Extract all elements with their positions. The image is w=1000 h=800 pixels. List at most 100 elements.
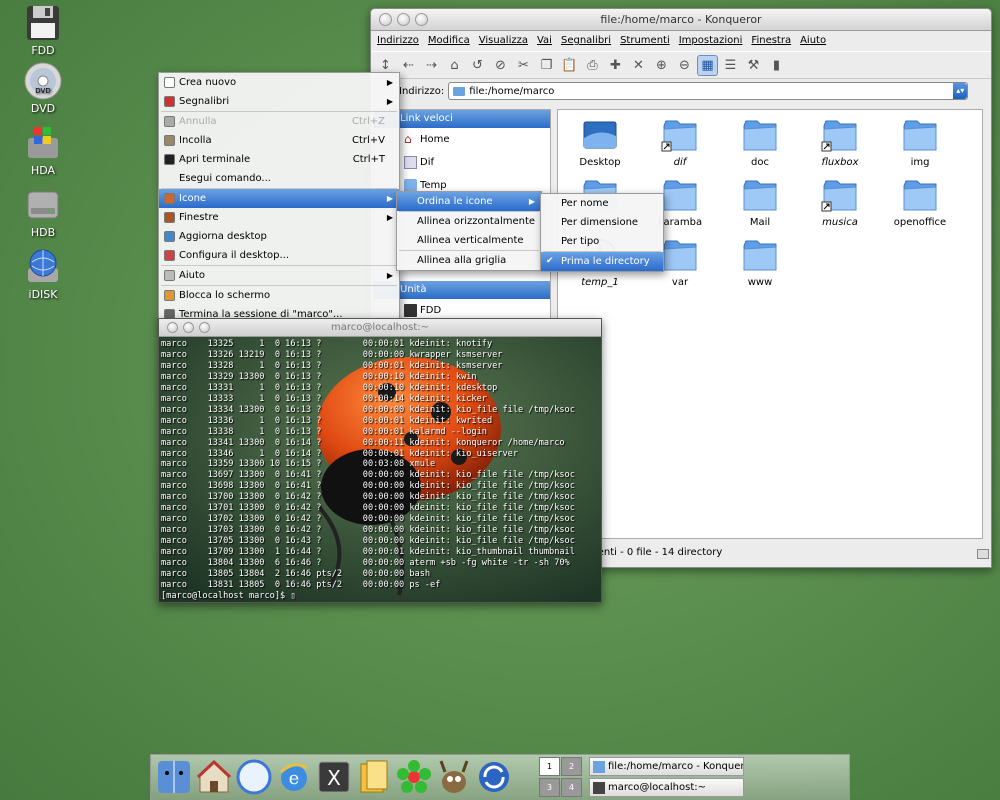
desktop-icon-fdd[interactable]: FDD bbox=[18, 4, 68, 57]
back-icon[interactable]: ⇠ bbox=[398, 55, 419, 76]
menu-item-crea-nuovo[interactable]: Crea nuovo ▶ bbox=[159, 73, 399, 92]
desktop-context-menu: Crea nuovo ▶ Segnalibri ▶ Annulla Ctrl+Z Incol… bbox=[158, 72, 400, 325]
menu-item-allinea-verticalmente[interactable]: Allinea verticalmente bbox=[397, 231, 541, 250]
sidebar-header-quick-links[interactable]: Link veloci bbox=[374, 110, 550, 128]
resize-grip[interactable] bbox=[977, 549, 989, 559]
print-icon[interactable]: ⎙ bbox=[582, 55, 603, 76]
folder-item-desktop[interactable]: Desktop bbox=[560, 116, 640, 168]
menu-item-blocca-lo-schermo[interactable]: Blocca lo schermo bbox=[159, 286, 399, 305]
folder-item-dif[interactable]: dif bbox=[640, 116, 720, 168]
forward-icon[interactable]: ⇢ bbox=[421, 55, 442, 76]
zoom-button[interactable] bbox=[199, 322, 210, 333]
menu-modifica[interactable]: Modifica bbox=[428, 31, 470, 51]
menu-item-finestre[interactable]: Finestre ▶ bbox=[159, 208, 399, 227]
menu-visualizza[interactable]: Visualizza bbox=[479, 31, 528, 51]
desktop-icon-dvd[interactable]: DVD DVD bbox=[18, 62, 68, 115]
pager-desktop-3[interactable]: 3 bbox=[539, 778, 560, 797]
paste-icon[interactable]: 📋 bbox=[559, 55, 580, 76]
taskbar-button-terminal[interactable]: marco@localhost:~ bbox=[589, 778, 744, 797]
dock-ie[interactable]: e bbox=[275, 758, 313, 796]
minimize-button[interactable] bbox=[397, 13, 410, 26]
menu-item-per-dimensione[interactable]: Per dimensione bbox=[541, 213, 663, 232]
copy-icon[interactable]: ❐ bbox=[536, 55, 557, 76]
sidebar-header-devices[interactable]: Unità bbox=[374, 281, 550, 299]
taskbar-button-konqueror[interactable]: file:/home/marco - Konqueror bbox=[589, 757, 744, 776]
pager-desktop-4[interactable]: 4 bbox=[561, 778, 582, 797]
submenu-arrow-icon: ▶ bbox=[528, 197, 535, 206]
zoom-in-icon[interactable]: ⊕ bbox=[651, 55, 672, 76]
menu-item-icone[interactable]: Icone ▶ bbox=[159, 189, 399, 208]
address-dropdown-button[interactable]: ▴▾ bbox=[953, 83, 968, 99]
menu-impostazioni[interactable]: Impostazioni bbox=[679, 31, 743, 51]
folder-item-img[interactable]: img bbox=[880, 116, 960, 168]
desktop-icon-idisk[interactable]: iDISK bbox=[18, 248, 68, 301]
menu-indirizzo[interactable]: Indirizzo bbox=[377, 31, 419, 51]
sidebar-item-dif[interactable]: Dif bbox=[374, 151, 550, 174]
menu-item-incolla[interactable]: Incolla Ctrl+V bbox=[159, 131, 399, 150]
terminal-window[interactable]: marco@localhost:~ marco 13325 1 0 16:13 … bbox=[158, 318, 602, 603]
menu-item-per-tipo[interactable]: Per tipo bbox=[541, 232, 663, 251]
tools-icon[interactable]: ⚒ bbox=[743, 55, 764, 76]
minimize-button[interactable] bbox=[183, 322, 194, 333]
dock-x11[interactable]: X bbox=[315, 758, 353, 796]
konqueror-titlebar[interactable]: file:/home/marco - Konqueror bbox=[371, 9, 991, 31]
new-folder-icon[interactable]: ✚ bbox=[605, 55, 626, 76]
icon-view-icon[interactable]: ▦ bbox=[697, 54, 718, 76]
dock-sync[interactable] bbox=[475, 758, 513, 796]
close-button[interactable] bbox=[167, 322, 178, 333]
terminal-icon[interactable]: ▮ bbox=[766, 55, 787, 76]
home-icon[interactable]: ⌂ bbox=[444, 55, 465, 76]
delete-icon[interactable]: ✕ bbox=[628, 55, 649, 76]
menu-aiuto[interactable]: Aiuto bbox=[800, 31, 826, 51]
menu-strumenti[interactable]: Strumenti bbox=[620, 31, 670, 51]
address-input[interactable]: file:/home/marco ▴▾ bbox=[448, 82, 969, 100]
zoom-button[interactable] bbox=[415, 13, 428, 26]
terminal-line: marco 13698 13300 0 16:41 ? 00:00:00 kde… bbox=[161, 481, 575, 492]
reload-icon[interactable]: ↺ bbox=[467, 55, 488, 76]
menu-item-allinea-orizzontalmente[interactable]: Allinea orizzontalmente bbox=[397, 212, 541, 231]
terminal-titlebar[interactable]: marco@localhost:~ bbox=[159, 319, 601, 337]
folder-item-doc[interactable]: doc bbox=[720, 116, 800, 168]
menu-item-allinea-alla-griglia[interactable]: Allinea alla griglia bbox=[397, 251, 541, 270]
close-button[interactable] bbox=[379, 13, 392, 26]
zoom-out-icon[interactable]: ⊖ bbox=[674, 55, 695, 76]
dock-files[interactable] bbox=[355, 758, 393, 796]
pager-desktop-2[interactable]: 2 bbox=[561, 757, 582, 776]
menu-item-apri-terminale[interactable]: Apri terminale Ctrl+T bbox=[159, 150, 399, 169]
menu-vai[interactable]: Vai bbox=[537, 31, 552, 51]
dock-safari[interactable] bbox=[235, 758, 273, 796]
pager-desktop-1[interactable]: 1 bbox=[539, 757, 560, 776]
detail-view-icon[interactable]: ☰ bbox=[720, 55, 741, 76]
cut-icon[interactable]: ✂ bbox=[513, 55, 534, 76]
folder-label: karamba bbox=[657, 217, 703, 228]
folder-item-musica[interactable]: musica bbox=[800, 176, 880, 228]
desktop-icon-hdb[interactable]: HDB bbox=[18, 186, 68, 239]
help-icon bbox=[164, 270, 175, 281]
menu-item-prima-le-directory[interactable]: ✔ Prima le directory bbox=[541, 252, 663, 271]
dock-finder[interactable] bbox=[155, 758, 193, 796]
menu-item-esegui-comando[interactable]: Esegui comando... bbox=[159, 169, 399, 188]
stop-icon[interactable]: ⊘ bbox=[490, 55, 511, 76]
folder-label: Mail bbox=[749, 217, 771, 228]
folder-icon bbox=[743, 180, 777, 211]
folder-item-openoffice[interactable]: openoffice bbox=[880, 176, 960, 228]
menu-item-segnalibri[interactable]: Segnalibri ▶ bbox=[159, 92, 399, 111]
file-icon-view[interactable]: Desktopdifdocfluxboximgtemp_0karambaMail… bbox=[557, 109, 983, 539]
menu-item-per-nome[interactable]: Per nome bbox=[541, 194, 663, 213]
menu-item-label: Apri terminale bbox=[179, 154, 251, 165]
menu-finestra[interactable]: Finestra bbox=[751, 31, 791, 51]
dock-icq[interactable] bbox=[395, 758, 433, 796]
menu-item-aggiorna-desktop[interactable]: Aggiorna desktop bbox=[159, 227, 399, 246]
folder-item-fluxbox[interactable]: fluxbox bbox=[800, 116, 880, 168]
menu-segnalibri[interactable]: Segnalibri bbox=[561, 31, 611, 51]
dock-gimp[interactable] bbox=[435, 758, 473, 796]
menu-item-configura-il-desktop[interactable]: Configura il desktop... bbox=[159, 246, 399, 265]
folder-item-www[interactable]: www bbox=[720, 236, 800, 288]
desktop-icon-hda[interactable]: HDA bbox=[18, 124, 68, 177]
folder-item-mail[interactable]: Mail bbox=[720, 176, 800, 228]
dock-home[interactable] bbox=[195, 758, 233, 796]
terminal-output[interactable]: marco 13325 1 0 16:13 ? 00:00:01 kdeinit… bbox=[159, 337, 601, 602]
menu-item-aiuto[interactable]: Aiuto ▶ bbox=[159, 266, 399, 285]
sidebar-item-home[interactable]: ⌂ Home bbox=[374, 128, 550, 151]
menu-item-ordina-le-icone[interactable]: Ordina le icone ▶ bbox=[397, 192, 541, 211]
